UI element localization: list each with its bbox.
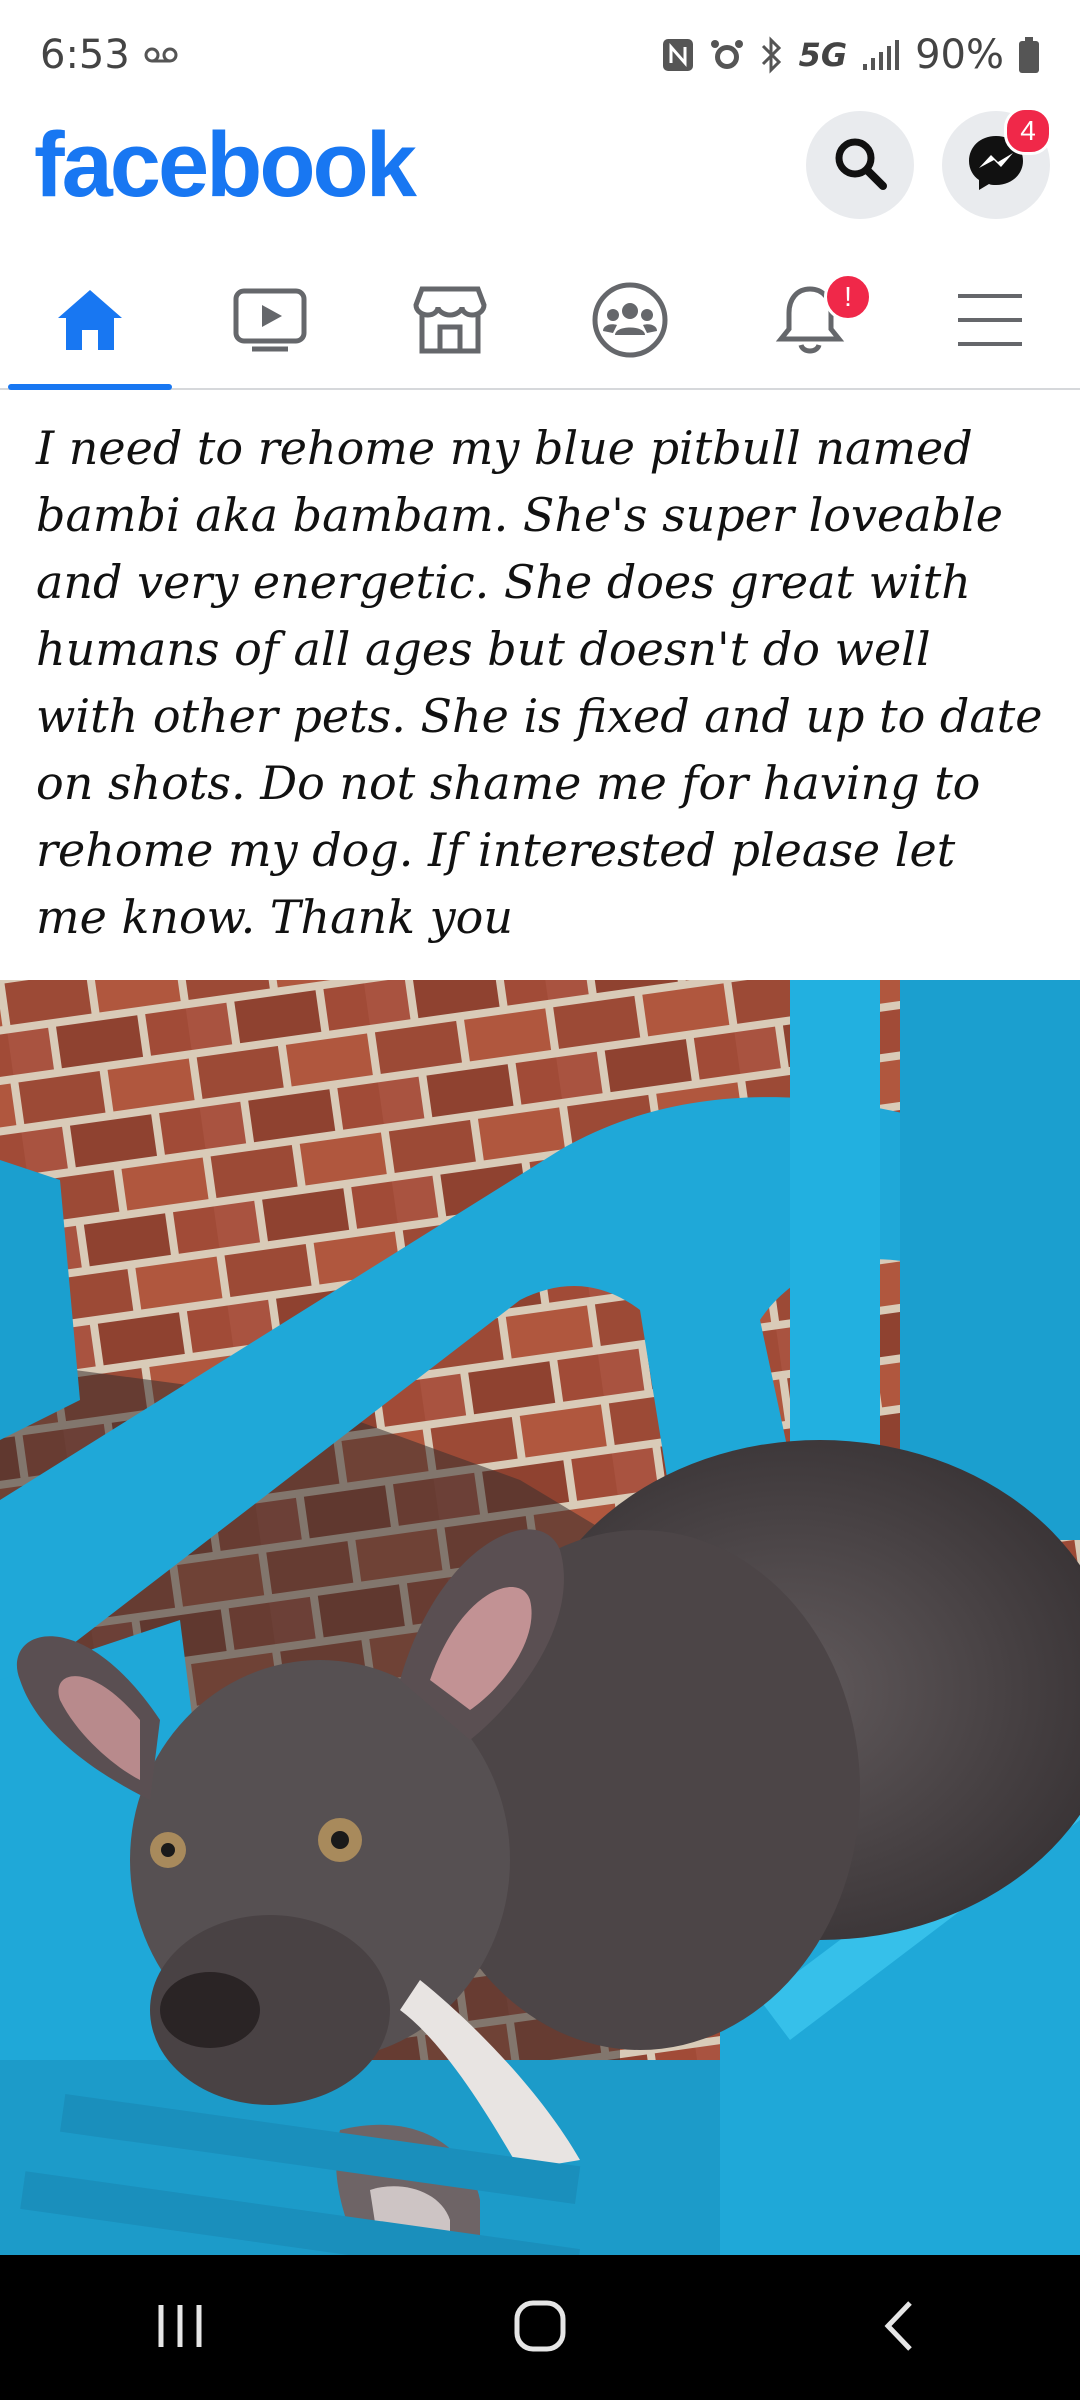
- home-button[interactable]: [480, 2278, 600, 2378]
- battery-percent: 90%: [915, 32, 1004, 78]
- status-time: 6:53: [40, 32, 130, 78]
- voicemail-icon: [144, 45, 178, 65]
- alarm-icon: [709, 37, 745, 73]
- messenger-button[interactable]: 4: [942, 107, 1052, 219]
- post-text: I need to rehome my blue pitbull named b…: [36, 415, 1046, 951]
- recents-button[interactable]: [120, 2278, 240, 2378]
- header-actions: 4: [806, 107, 1052, 219]
- signal-icon: [861, 38, 901, 72]
- marketplace-icon: [412, 285, 488, 359]
- messenger-badge: 4: [1004, 107, 1052, 155]
- back-button[interactable]: [840, 2278, 960, 2378]
- search-icon: [831, 134, 889, 196]
- bluetooth-icon: [759, 36, 785, 74]
- nav-tabs: !: [0, 255, 1080, 390]
- post-line: with other pets. She is fixed and up to …: [36, 689, 1043, 743]
- status-bar: 6:53 5G 90%: [0, 0, 1080, 110]
- search-button[interactable]: [806, 111, 914, 219]
- app-header: facebook 4: [0, 105, 1080, 225]
- tab-notifications[interactable]: !: [720, 255, 900, 388]
- facebook-logo[interactable]: facebook: [34, 113, 417, 218]
- video-icon: [232, 287, 308, 357]
- post-line: humans of all ages but doesn't do well: [36, 622, 931, 676]
- post-line: me know. Thank you: [36, 890, 513, 944]
- dog-photo-illustration: [0, 980, 1080, 2255]
- menu-icon: [956, 292, 1024, 352]
- tab-groups[interactable]: [540, 255, 720, 388]
- screen: 6:53 5G 90% facebook 4 ! I need to rehom…: [0, 0, 1080, 2400]
- tab-home[interactable]: [0, 255, 180, 390]
- post-line: bambi aka bambam. She's super loveable: [36, 488, 1004, 542]
- post-line: I need to rehome my blue pitbull named: [36, 421, 973, 475]
- notification-badge: !: [824, 273, 872, 321]
- system-nav-bar: [0, 2255, 1080, 2400]
- tab-watch[interactable]: [180, 255, 360, 388]
- groups-icon: [591, 281, 669, 363]
- status-left: 6:53: [40, 32, 178, 78]
- recents-icon: [155, 2303, 205, 2353]
- nfc-icon: [661, 37, 695, 73]
- post-line: rehome my dog. If interested please let: [36, 823, 956, 877]
- post-line: on shots. Do not shame me for having to: [36, 756, 981, 810]
- tab-menu[interactable]: [900, 255, 1080, 388]
- tab-marketplace[interactable]: [360, 255, 540, 388]
- back-icon: [880, 2299, 920, 2357]
- post-line: and very energetic. She does great with: [36, 555, 971, 609]
- home-circle-icon: [513, 2299, 567, 2357]
- network-label: 5G: [798, 36, 848, 74]
- home-icon: [54, 286, 126, 358]
- status-right: 5G 90%: [661, 32, 1040, 78]
- battery-icon: [1018, 36, 1040, 74]
- post-photo[interactable]: [0, 980, 1080, 2255]
